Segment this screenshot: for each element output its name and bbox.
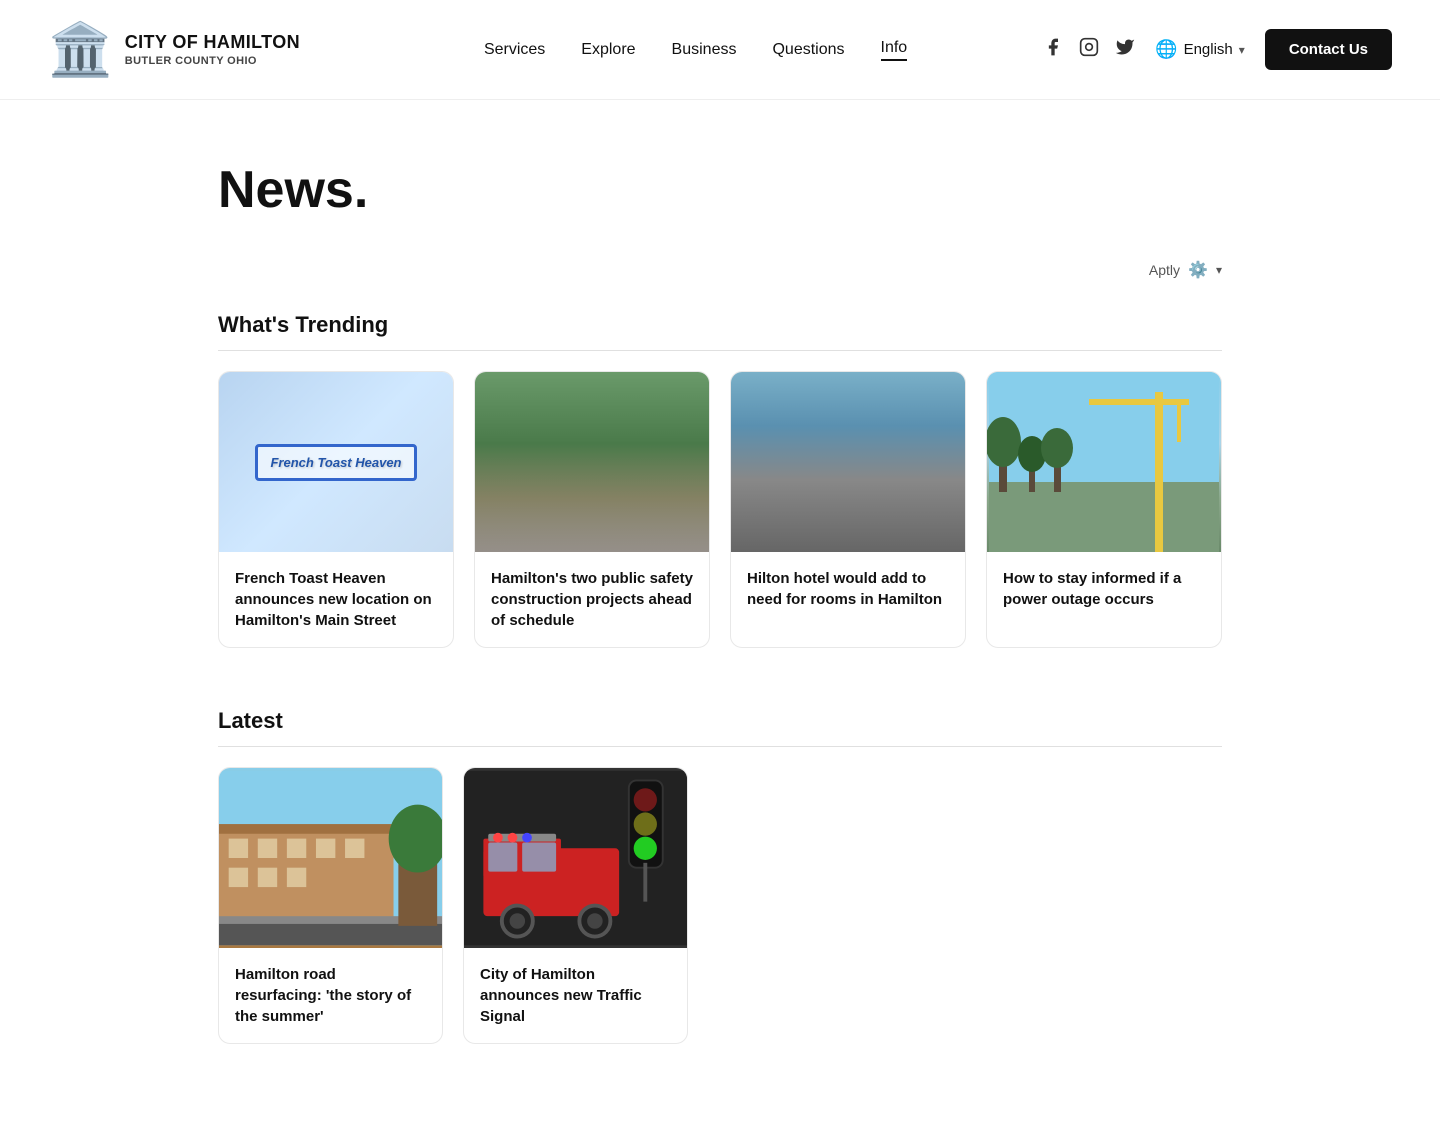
card-body-2: Hamilton's two public safety constructio… xyxy=(475,552,709,647)
logo-text: City of Hamilton BUTLER COUNTY Ohio xyxy=(125,31,300,69)
logo-county: BUTLER COUNTY Ohio xyxy=(125,54,300,68)
facebook-icon[interactable] xyxy=(1043,37,1063,62)
trending-card-1[interactable]: French Toast Heaven French Toast Heaven … xyxy=(218,371,454,648)
trending-section: What's Trending French Toast Heaven Fren… xyxy=(218,312,1222,648)
latest-title: Latest xyxy=(218,708,1222,747)
aptly-label: Aptly xyxy=(1149,262,1180,278)
latest-card-title-2: City of Hamilton announces new Traffic S… xyxy=(480,964,671,1027)
card-image-4 xyxy=(987,372,1221,552)
card-body-3: Hilton hotel would add to need for rooms… xyxy=(731,552,965,626)
trending-title: What's Trending xyxy=(218,312,1222,351)
language-selector[interactable]: 🌐 English ▾ xyxy=(1155,39,1245,60)
site-logo[interactable]: 🏛️ City of Hamilton BUTLER COUNTY Ohio xyxy=(48,24,348,76)
card-title-3: Hilton hotel would add to need for rooms… xyxy=(747,568,949,610)
aptly-chevron-icon: ▾ xyxy=(1216,263,1222,277)
globe-icon: 🌐 xyxy=(1155,39,1177,60)
card-image-3 xyxy=(731,372,965,552)
nav-services[interactable]: Services xyxy=(484,41,545,59)
card-image-2 xyxy=(475,372,709,552)
nav-business[interactable]: Business xyxy=(672,41,737,59)
contact-us-button[interactable]: Contact Us xyxy=(1265,29,1392,70)
card-body-1: French Toast Heaven announces new locati… xyxy=(219,552,453,647)
card-image-1: French Toast Heaven xyxy=(219,372,453,552)
aptly-bar: Aptly ⚙️ ▾ xyxy=(218,260,1222,280)
main-content: News. Aptly ⚙️ ▾ What's Trending French … xyxy=(170,100,1270,1124)
nav-explore[interactable]: Explore xyxy=(581,41,635,59)
aptly-gear-icon[interactable]: ⚙️ xyxy=(1188,260,1208,280)
page-title: News. xyxy=(218,160,1222,220)
instagram-icon[interactable] xyxy=(1079,37,1099,62)
latest-card-body-1: Hamilton road resurfacing: 'the story of… xyxy=(219,948,442,1043)
twitter-icon[interactable] xyxy=(1115,37,1135,62)
card-title-2: Hamilton's two public safety constructio… xyxy=(491,568,693,631)
trending-card-3[interactable]: Hilton hotel would add to need for rooms… xyxy=(730,371,966,648)
language-label: English xyxy=(1184,41,1233,58)
trending-cards-grid: French Toast Heaven French Toast Heaven … xyxy=(218,371,1222,648)
powerline-svg xyxy=(987,372,1221,552)
card-body-4: How to stay informed if a power outage o… xyxy=(987,552,1221,626)
latest-section: Latest xyxy=(218,708,1222,1044)
french-toast-logo: French Toast Heaven xyxy=(255,444,416,481)
card-title-4: How to stay informed if a power outage o… xyxy=(1003,568,1205,610)
site-header: 🏛️ City of Hamilton BUTLER COUNTY Ohio S… xyxy=(0,0,1440,100)
trending-card-2[interactable]: Hamilton's two public safety constructio… xyxy=(474,371,710,648)
firetruck-svg xyxy=(464,768,687,948)
main-nav: Services Explore Business Questions Info xyxy=(348,39,1043,61)
lang-chevron-icon: ▾ xyxy=(1239,43,1245,57)
latest-card-body-2: City of Hamilton announces new Traffic S… xyxy=(464,948,687,1043)
header-right: 🌐 English ▾ Contact Us xyxy=(1043,29,1392,70)
trending-card-4[interactable]: How to stay informed if a power outage o… xyxy=(986,371,1222,648)
logo-city: City of Hamilton xyxy=(125,31,300,54)
card-title-1: French Toast Heaven announces new locati… xyxy=(235,568,437,631)
nav-questions[interactable]: Questions xyxy=(772,41,844,59)
latest-card-image-1 xyxy=(219,768,442,948)
latest-card-title-1: Hamilton road resurfacing: 'the story of… xyxy=(235,964,426,1027)
latest-card-2[interactable]: City of Hamilton announces new Traffic S… xyxy=(463,767,688,1044)
nav-info[interactable]: Info xyxy=(881,39,908,61)
latest-card-1[interactable]: Hamilton road resurfacing: 'the story of… xyxy=(218,767,443,1044)
latest-card-image-2 xyxy=(464,768,687,948)
social-icons xyxy=(1043,37,1135,62)
building-svg xyxy=(219,768,442,948)
latest-cards-grid: Hamilton road resurfacing: 'the story of… xyxy=(218,767,1222,1044)
logo-icon: 🏛️ xyxy=(48,24,113,76)
